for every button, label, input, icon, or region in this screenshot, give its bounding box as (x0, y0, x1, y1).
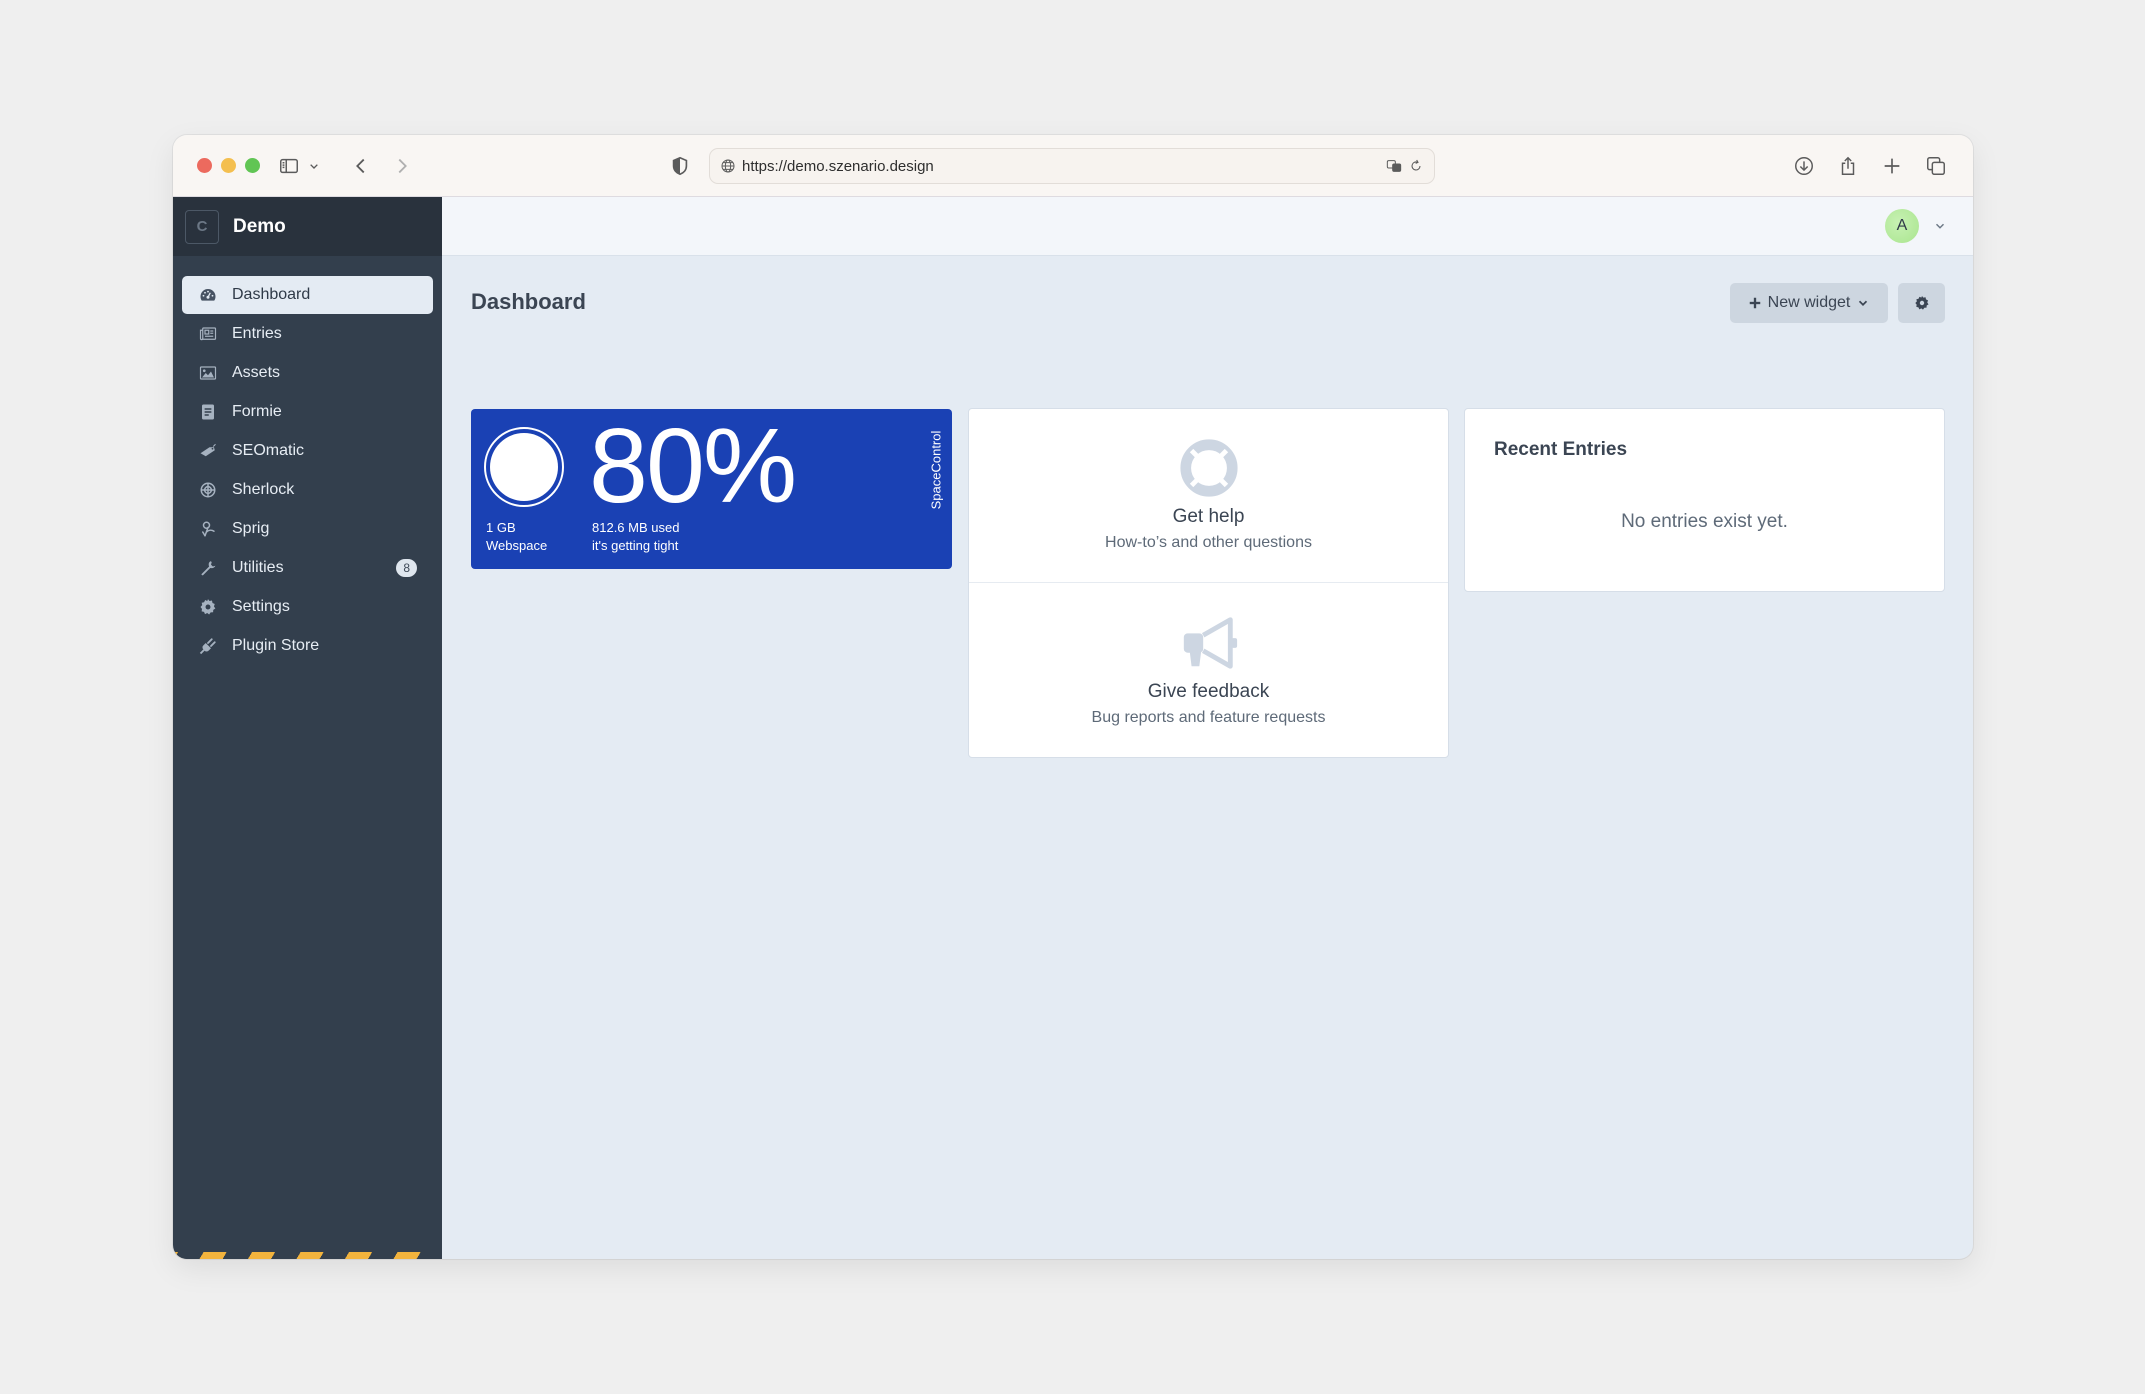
translate-icon[interactable] (1386, 158, 1402, 174)
chevron-down-icon[interactable] (306, 153, 322, 179)
plus-icon (1749, 297, 1760, 309)
recent-entries-title: Recent Entries (1494, 439, 1628, 460)
sidebar-item-formie[interactable]: Formie (182, 393, 433, 431)
recent-entries-empty: No entries exist yet. (1621, 511, 1788, 532)
wrench-icon (198, 558, 218, 578)
give-feedback-subtitle: Bug reports and feature requests (1091, 709, 1326, 726)
maximize-window-button[interactable] (245, 158, 260, 173)
avatar[interactable]: A (1885, 209, 1919, 243)
browser-window: https://demo.szenario.design C Demo Dash… (173, 135, 1973, 1259)
used-space: 812.6 MB used (592, 520, 680, 535)
browser-toolbar: https://demo.szenario.design (173, 135, 1973, 197)
shield-icon[interactable] (667, 153, 693, 179)
sprig-icon (198, 519, 218, 539)
newspaper-icon (198, 324, 218, 344)
total-space-label: Webspace (486, 538, 548, 553)
minimize-window-button[interactable] (221, 158, 236, 173)
forward-icon[interactable] (389, 153, 415, 179)
dev-mode-stripe (173, 1252, 442, 1259)
crosshair-globe-icon (198, 480, 218, 500)
sidebar-nav: Dashboard Entries Assets Formie SEOmatic… (173, 256, 442, 665)
url-text[interactable]: https://demo.szenario.design (742, 158, 1380, 175)
usage-circle-fill (490, 433, 558, 501)
usage-percent: 80% (589, 407, 797, 525)
sidebar-header: C Demo (173, 197, 442, 256)
site-logo[interactable]: C (185, 209, 219, 244)
sidebar-item-dashboard[interactable]: Dashboard (182, 276, 433, 314)
sidebar-item-label: Formie (232, 403, 282, 420)
sidebar: C Demo Dashboard Entries Assets Formie S… (173, 197, 442, 1259)
new-tab-icon[interactable] (1879, 153, 1905, 179)
new-widget-button[interactable]: New widget (1730, 283, 1888, 323)
gear-icon (198, 597, 218, 617)
sidebar-item-assets[interactable]: Assets (182, 354, 433, 392)
globe-icon (721, 159, 735, 173)
sidebar-item-settings[interactable]: Settings (182, 588, 433, 626)
usage-circle (484, 427, 564, 507)
seo-tag-icon (198, 441, 218, 461)
share-icon[interactable] (1835, 153, 1861, 179)
tabs-overview-icon[interactable] (1923, 153, 1949, 179)
recent-entries-widget: Recent Entries No entries exist yet. (1464, 408, 1945, 592)
megaphone-icon (1183, 617, 1237, 669)
sidebar-item-utilities[interactable]: Utilities 8 (182, 549, 433, 587)
get-help-subtitle: How-to’s and other questions (1105, 534, 1312, 551)
dashboard-settings-button[interactable] (1898, 283, 1945, 323)
chevron-down-icon (1859, 300, 1868, 306)
sidebar-item-seomatic[interactable]: SEOmatic (182, 432, 433, 470)
give-feedback-title: Give feedback (1147, 681, 1270, 702)
sidebar-item-label: Dashboard (232, 286, 311, 303)
sidebar-item-label: Utilities (232, 559, 284, 576)
page-title: Dashboard (471, 289, 586, 314)
reload-icon[interactable] (1408, 158, 1424, 174)
address-bar[interactable]: https://demo.szenario.design (709, 148, 1435, 184)
sidebar-item-label: Plugin Store (232, 637, 320, 654)
main-content: A Dashboard New widget 80% 1 GB Webspace… (442, 197, 1973, 1259)
sidebar-item-label: Settings (232, 598, 290, 615)
new-widget-label: New widget (1767, 294, 1851, 311)
top-bar: A (442, 197, 1973, 256)
get-help-link[interactable]: Get help How-to’s and other questions (969, 409, 1448, 583)
form-icon (198, 402, 218, 422)
sidebar-item-label: Sprig (232, 520, 270, 537)
sidebar-item-sprig[interactable]: Sprig (182, 510, 433, 548)
give-feedback-link[interactable]: Give feedback Bug reports and feature re… (969, 584, 1448, 758)
window-controls (197, 158, 260, 173)
plug-icon (198, 636, 218, 656)
chevron-down-icon[interactable] (1933, 219, 1947, 233)
download-icon[interactable] (1791, 153, 1817, 179)
utilities-badge: 8 (396, 559, 417, 577)
life-ring-icon (1179, 439, 1238, 497)
sidebar-item-label: Entries (232, 325, 282, 342)
site-name[interactable]: Demo (233, 216, 286, 238)
get-help-title: Get help (1172, 506, 1245, 527)
brand-label: SpaceControl (928, 430, 944, 510)
help-widget: Get help How-to’s and other questions Gi… (968, 408, 1449, 758)
sidebar-item-label: Sherlock (232, 481, 295, 498)
usage-status: it's getting tight (592, 538, 679, 553)
space-control-widget: 80% 1 GB Webspace 812.6 MB used it's get… (471, 409, 952, 569)
sidebar-item-label: SEOmatic (232, 442, 305, 459)
gauge-icon (198, 285, 218, 305)
brand-label-wrap: SpaceControl (928, 429, 944, 511)
close-window-button[interactable] (197, 158, 212, 173)
image-icon (198, 363, 218, 383)
total-space: 1 GB (486, 520, 516, 535)
sidebar-item-sherlock[interactable]: Sherlock (182, 471, 433, 509)
sidebar-toggle-icon[interactable] (276, 153, 302, 179)
sidebar-item-plugin-store[interactable]: Plugin Store (182, 627, 433, 665)
gear-icon (1914, 296, 1929, 310)
sidebar-item-label: Assets (232, 364, 281, 381)
sidebar-item-entries[interactable]: Entries (182, 315, 433, 353)
back-icon[interactable] (348, 153, 374, 179)
